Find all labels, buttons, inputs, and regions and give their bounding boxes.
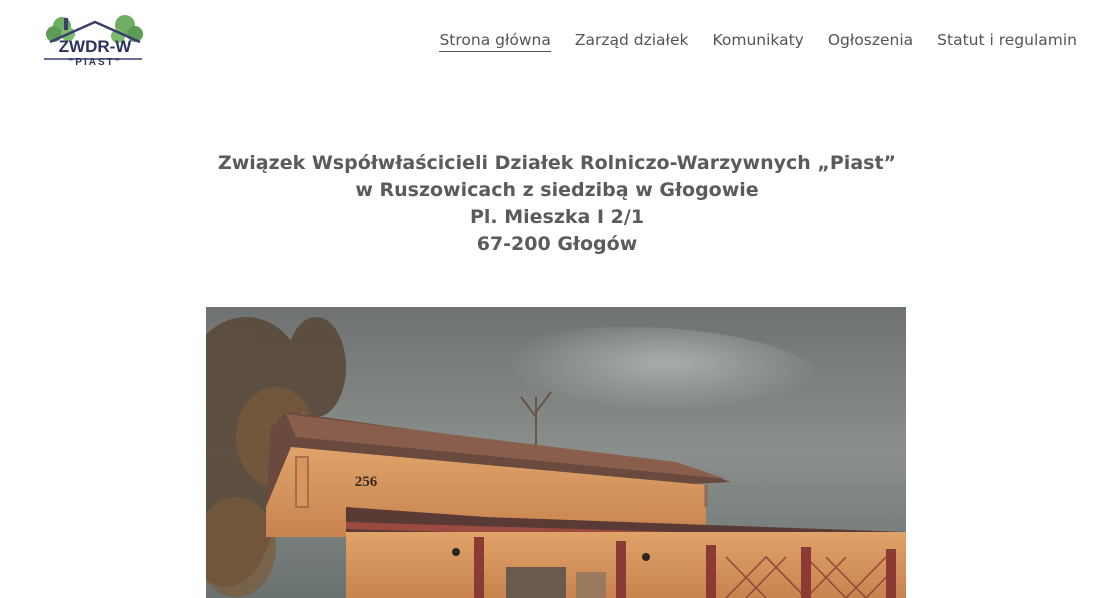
house-illustration: 256 <box>206 307 906 598</box>
nav-item-board[interactable]: Zarząd działek <box>575 31 689 52</box>
nav-item-statute[interactable]: Statut i regulamin <box>937 31 1077 52</box>
site-logo[interactable]: ZWDR-W "PIAST" <box>40 12 146 68</box>
heading-line-postal: 67-200 Głogów <box>476 233 638 255</box>
nav-item-home[interactable]: Strona główna <box>439 31 551 52</box>
logo-graphic: ZWDR-W "PIAST" <box>44 15 143 68</box>
organization-heading: Związek Współwłaścicieli Działek Rolnicz… <box>0 150 1114 258</box>
nav-item-ads[interactable]: Ogłoszenia <box>828 31 913 52</box>
nav-item-announcements[interactable]: Komunikaty <box>712 31 803 52</box>
house-photo: 256 <box>206 307 906 598</box>
main-navigation: Strona główna Zarząd działek Komunikaty … <box>439 31 1077 52</box>
heading-line-name: Związek Współwłaścicieli Działek Rolnicz… <box>217 152 897 174</box>
house-number: 256 <box>355 474 378 490</box>
heading-line-street: Pl. Mieszka I 2/1 <box>469 206 645 228</box>
logo-sub-text: "PIAST" <box>69 57 122 68</box>
logo-main-text: ZWDR-W <box>59 37 133 56</box>
heading-line-location: w Ruszowicach z siedzibą w Głogowie <box>355 179 759 201</box>
